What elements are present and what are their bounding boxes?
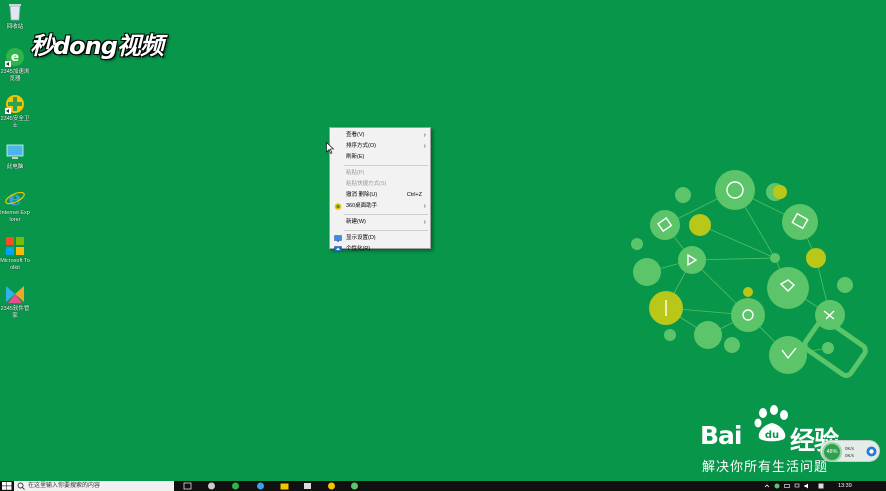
network-speed-widget[interactable]: 48% 0K/s 0K/s: [820, 440, 880, 462]
menu-item-paste-shortcut: 粘贴快捷方式(S): [346, 181, 387, 187]
task-view-icon[interactable]: [183, 482, 192, 490]
taskbar-security-icon[interactable]: [327, 482, 336, 490]
desktop-icon-recycle-bin[interactable]: 回收站: [0, 1, 30, 31]
taskbar-ie-icon[interactable]: [256, 482, 265, 490]
taskbar-app-green-icon[interactable]: [350, 482, 359, 490]
tray-up-arrow-icon[interactable]: [764, 483, 770, 489]
tray-network-icon[interactable]: [794, 483, 800, 489]
ms-toolkit-icon: [6, 237, 24, 255]
menu-item-sort-by[interactable]: 排序方式(O) ›: [330, 141, 430, 152]
accelerate-icon: [866, 446, 877, 457]
svg-text:e: e: [11, 50, 19, 64]
taskbar-app-icon[interactable]: [207, 482, 216, 490]
taskbar-folder-icon[interactable]: [280, 482, 289, 490]
menu-separator: [344, 230, 428, 231]
menu-item-paste: 粘贴(P): [346, 170, 365, 176]
menu-item-personalize[interactable]: 个性化(R): [330, 244, 430, 255]
desktop-icon-label: Internet Explorer: [0, 210, 30, 223]
menu-shortcut: Ctrl+Z: [406, 192, 422, 198]
brand-watermark: 秒dong视频: [30, 32, 164, 60]
recycle-bin-icon: [9, 4, 21, 21]
menu-item-view[interactable]: 查看(V) ›: [330, 130, 430, 141]
browser-e-icon: e: [5, 48, 24, 67]
baidu-slogan: 解决你所有生活问题: [702, 460, 829, 475]
taskbar-search-box[interactable]: 在这里输入你要搜索的内容: [14, 481, 174, 491]
baidu-paw-icon: du: [754, 405, 788, 442]
taskbar-store-icon[interactable]: [303, 482, 312, 490]
360-icon: [334, 203, 342, 210]
desktop-icon-label: 2345软件管家: [0, 306, 30, 319]
personalize-icon: [334, 246, 342, 252]
taskbar-clock[interactable]: 13:39: [838, 481, 852, 491]
taskbar-browser-icon[interactable]: [231, 482, 240, 490]
upload-speed: 0K/s: [845, 446, 855, 451]
chevron-right-icon: ›: [423, 219, 426, 226]
windows-start-icon[interactable]: [2, 482, 12, 490]
menu-item-new[interactable]: 新建(W) ›: [330, 217, 430, 228]
menu-item-refresh[interactable]: 刷新(E): [330, 152, 430, 163]
display-settings-icon: [334, 235, 342, 242]
download-speed: 0K/s: [845, 453, 855, 458]
this-pc-icon: [6, 144, 24, 159]
desktop-context-menu: 查看(V) › 排序方式(O) › 刷新(E) 粘贴(P) 粘贴快捷方式(S) …: [329, 127, 431, 252]
chevron-right-icon: ›: [423, 143, 426, 150]
bulb-wallpaper-graphic: [631, 170, 868, 378]
menu-item-display-settings[interactable]: 显示设置(D): [330, 233, 430, 244]
menu-separator: [344, 165, 428, 166]
software-manager-icon: [6, 286, 24, 303]
tray-ime-icon[interactable]: [818, 483, 824, 489]
desktop-icon-label: 2345加速浏览器: [0, 69, 30, 82]
menu-item-undo-delete[interactable]: 撤消 删除(U) Ctrl+Z: [330, 190, 430, 201]
tray-app-icon[interactable]: [774, 483, 780, 489]
tray-battery-icon[interactable]: [784, 483, 790, 489]
desktop-icon-ms-toolkit[interactable]: Microsoft Toolkit: [0, 235, 30, 271]
chevron-right-icon: ›: [423, 132, 426, 139]
ie-icon: e: [5, 187, 25, 209]
tray-volume-icon[interactable]: [804, 483, 810, 489]
desktop-icon-2345-security[interactable]: 2345安全卫士: [0, 93, 30, 129]
desktop-icon-label: Microsoft Toolkit: [0, 258, 30, 271]
desktop-icon-2345-software[interactable]: 2345软件管家: [0, 283, 30, 319]
taskbar: 在这里输入你要搜索的内容 13:39: [0, 481, 886, 491]
menu-item-360-desktop[interactable]: 360桌面助手 ›: [330, 201, 430, 212]
desktop-icon-label: 此电脑: [6, 164, 24, 170]
desktop-icon-ie[interactable]: e Internet Explorer: [0, 187, 30, 223]
search-placeholder: 在这里输入你要搜索的内容: [28, 483, 101, 489]
svg-text:du: du: [765, 430, 779, 441]
chevron-right-icon: ›: [423, 203, 426, 210]
search-icon: [17, 482, 25, 490]
security-guard-icon: [5, 95, 24, 114]
desktop-icon-label: 2345安全卫士: [0, 116, 30, 129]
svg-text:e: e: [9, 187, 22, 209]
desktop-icon-label: 回收站: [6, 24, 24, 30]
desktop[interactable]: 回收站 e 2345加速浏览器 2345安全卫士 此电脑 e Internet …: [0, 0, 886, 481]
mouse-cursor-icon: [326, 142, 334, 154]
desktop-icon-2345-browser[interactable]: e 2345加速浏览器: [0, 46, 30, 82]
baidu-wordmark: Bai: [700, 421, 742, 450]
network-usage-percent: 48%: [822, 442, 842, 462]
desktop-icon-this-pc[interactable]: 此电脑: [0, 141, 30, 171]
menu-separator: [344, 214, 428, 215]
